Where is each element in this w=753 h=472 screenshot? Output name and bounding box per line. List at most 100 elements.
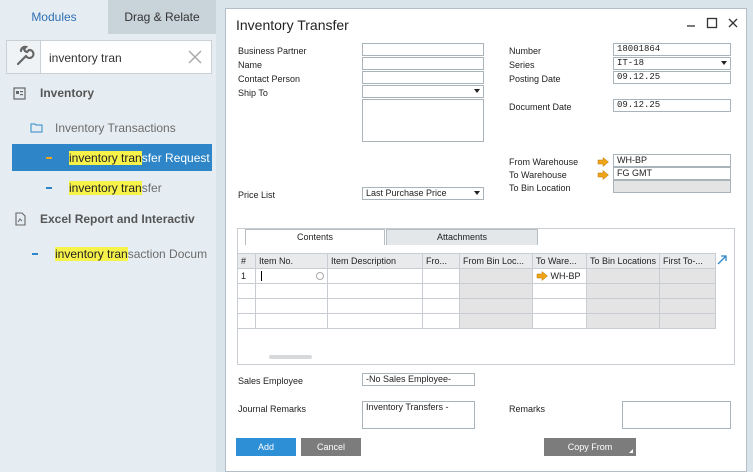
tab-contents[interactable]: Contents [245,229,385,245]
posting-date-field[interactable]: 09.12.25 [613,71,731,84]
dropdown-corner-icon [629,449,633,453]
tree-inventory-transactions[interactable]: Inventory Transactions [55,121,176,135]
item-description-cell[interactable] [327,268,423,284]
from-warehouse-field[interactable]: WH-BP [613,154,731,167]
first-to-cell [659,268,716,284]
choose-from-list-icon[interactable] [316,272,324,280]
items-grid: # Item No. Item Description Fro... From … [237,253,716,329]
tree-item-label-rest: sfer Request [141,151,210,165]
tree-item-inventory-transfer[interactable]: inventory transfer [69,181,162,195]
price-list-value: Last Purchase Price [366,188,447,198]
col-header-from-bin[interactable]: From Bin Loc... [459,253,533,269]
business-partner-field[interactable] [362,43,484,56]
number-label: Number [509,46,542,56]
to-bin-location-field [613,180,731,193]
journal-remarks-label: Journal Remarks [238,404,307,414]
col-header-item-no[interactable]: Item No. [255,253,328,269]
table-row [237,298,716,314]
sales-employee-label: Sales Employee [238,376,304,386]
to-bin-cell [586,268,660,284]
copy-from-label: Copy From [567,442,613,452]
link-arrow-icon[interactable] [597,156,609,168]
expand-grid-icon[interactable] [716,254,728,266]
document-date-label: Document Date [509,102,572,112]
tab-attachments[interactable]: Attachments [386,229,538,245]
sales-employee-field[interactable]: -No Sales Employee- [362,373,475,386]
row-number: 1 [237,268,256,284]
close-icon[interactable] [726,16,740,30]
ship-to-select[interactable] [362,85,484,98]
tree-item-inventory-transaction-document[interactable]: inventory transaction Docum [55,247,212,261]
window-title: Inventory Transfer [236,17,349,33]
document-date-field[interactable]: 09.12.25 [613,99,731,112]
grid-horizontal-scrollbar[interactable] [269,355,312,359]
add-button[interactable]: Add [236,438,296,456]
wrench-icon[interactable] [7,41,41,73]
remarks-field[interactable] [622,401,731,429]
name-field[interactable] [362,57,484,70]
col-header-to-warehouse[interactable]: To Ware... [532,253,587,269]
link-arrow-icon[interactable] [597,169,609,181]
table-row: 1 WH-BP [237,268,716,284]
journal-remarks-field[interactable]: Inventory Transfers - [362,401,475,429]
col-header-from[interactable]: Fro... [422,253,460,269]
table-row [237,313,716,329]
module-search-input[interactable] [49,49,179,67]
contact-person-label: Contact Person [238,74,301,84]
link-arrow-icon [536,271,548,282]
from-warehouse-label: From Warehouse [509,157,579,167]
blue-dash-icon [32,253,38,255]
remarks-label: Remarks [509,404,546,414]
search-match: inventory tran [55,247,128,261]
to-warehouse-field[interactable]: FG GMT [613,167,731,180]
copy-from-button[interactable]: Copy From [544,438,636,456]
to-warehouse-cell[interactable]: WH-BP [532,268,587,284]
col-header-to-bin-locations[interactable]: To Bin Locations [586,253,660,269]
posting-date-label: Posting Date [509,74,561,84]
module-search-row [6,40,212,74]
tree-excel-report[interactable]: Excel Report and Interactiv [40,212,212,226]
grid-header-row: # Item No. Item Description Fro... From … [237,253,716,269]
text-cursor [261,271,262,282]
chevron-down-icon [721,61,727,65]
tree-item-inventory-transfer-request[interactable]: inventory transfer Request [12,144,212,171]
tab-modules[interactable]: Modules [0,0,108,34]
panel-tabs: Modules Drag & Relate [0,0,216,34]
search-match: inventory tran [69,181,142,195]
from-bin-cell [459,268,533,284]
clear-search-icon[interactable] [185,47,205,67]
maximize-icon[interactable] [705,16,719,30]
business-partner-label: Business Partner [238,46,307,56]
to-warehouse-value: WH-BP [550,270,581,281]
number-field[interactable]: 18001864 [613,43,731,56]
ship-to-address-field[interactable] [362,99,484,142]
report-icon [14,212,27,226]
tree-item-label-rest: saction Docum [127,247,208,261]
price-list-select[interactable]: Last Purchase Price [362,187,484,200]
series-value: IT-18 [617,58,645,68]
tree-inventory[interactable]: Inventory [40,86,94,100]
modules-panel: Modules Drag & Relate Inventory Inventor… [0,0,216,472]
orange-dash-icon [46,157,52,159]
col-header-item-description[interactable]: Item Description [327,253,423,269]
name-label: Name [238,60,263,70]
to-warehouse-label: To Warehouse [509,170,567,180]
minimize-icon[interactable] [684,16,698,30]
from-cell[interactable] [422,268,460,284]
folder-icon [30,122,43,133]
chevron-down-icon [474,89,480,93]
tree-item-label-rest: sfer [141,181,162,195]
series-select[interactable]: IT-18 [613,57,731,70]
table-row [237,283,716,299]
col-header-first-to[interactable]: First To-... [659,253,716,269]
price-list-label: Price List [238,190,276,200]
search-match: inventory tran [69,151,142,165]
contact-person-field[interactable] [362,71,484,84]
col-header-num[interactable]: # [237,253,256,269]
item-no-cell[interactable] [255,268,328,284]
to-bin-location-label: To Bin Location [509,183,571,193]
cancel-button[interactable]: Cancel [301,438,361,456]
inventory-module-icon [13,86,27,100]
chevron-down-icon [474,191,480,195]
tab-drag-relate[interactable]: Drag & Relate [108,0,216,34]
